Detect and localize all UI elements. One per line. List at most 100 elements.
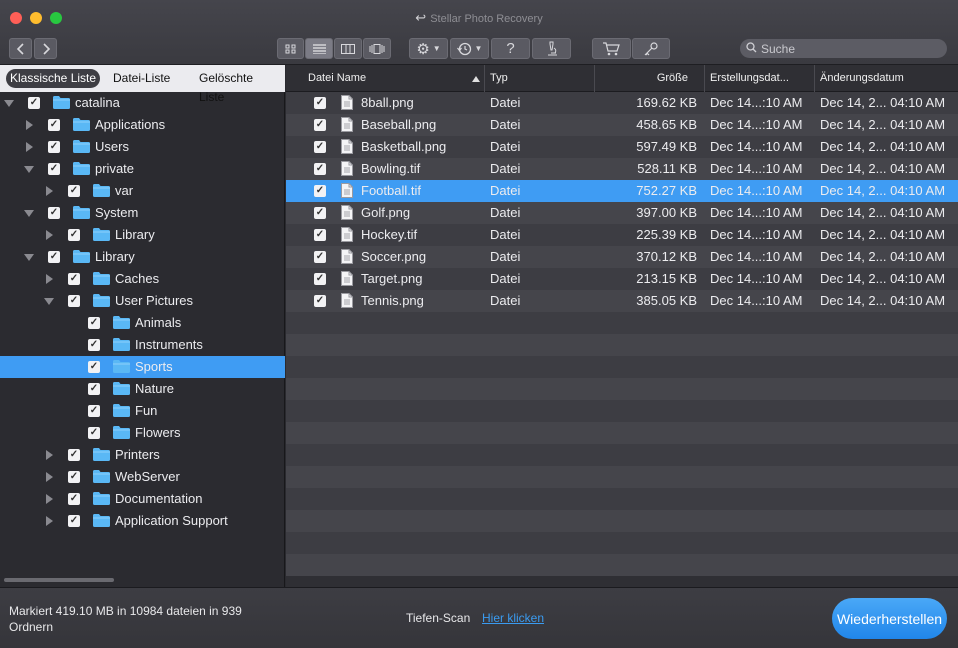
restore-button[interactable]: Wiederherstellen bbox=[832, 598, 947, 639]
column-header-created[interactable]: Erstellungsdat... bbox=[705, 65, 815, 92]
table-row[interactable]: ✓ Tennis.png Datei 385.05 KB Dec 14...:10 AM… bbox=[286, 290, 958, 312]
table-row[interactable]: ✓ Soccer.png Datei 370.12 KB Dec 14...:10 AM… bbox=[286, 246, 958, 268]
tree-item-checkbox[interactable]: ✓ bbox=[48, 141, 60, 153]
tree-item[interactable]: ✓ Library bbox=[0, 224, 285, 246]
table-row[interactable]: ✓ Golf.png Datei 397.00 KB Dec 14...:10 AM De… bbox=[286, 202, 958, 224]
forward-button[interactable] bbox=[34, 38, 57, 59]
cell-created: Dec 14...:10 AM bbox=[710, 139, 803, 154]
tree-item[interactable]: ✓ System bbox=[0, 202, 285, 224]
tree-item-checkbox[interactable]: ✓ bbox=[68, 295, 80, 307]
tree-item[interactable]: ✓ Fun bbox=[0, 400, 285, 422]
help-button[interactable]: ? bbox=[491, 38, 530, 59]
tree-item[interactable]: ✓ Application Support bbox=[0, 510, 285, 532]
column-header-type[interactable]: Typ bbox=[485, 65, 595, 92]
row-checkbox[interactable]: ✓ bbox=[314, 295, 326, 307]
tree-item-checkbox[interactable]: ✓ bbox=[68, 471, 80, 483]
tree-item-checkbox[interactable]: ✓ bbox=[88, 361, 100, 373]
tab-classic-list[interactable]: Klassische Liste bbox=[6, 69, 101, 88]
tab-deleted-list[interactable]: Gelöschte Liste bbox=[195, 69, 285, 104]
tree-item[interactable]: ✓ Flowers bbox=[0, 422, 285, 444]
tree-item-checkbox[interactable]: ✓ bbox=[88, 339, 100, 351]
tree-item[interactable]: ✓ Users bbox=[0, 136, 285, 158]
tree-item[interactable]: ✓ Animals bbox=[0, 312, 285, 334]
tree-item[interactable]: ✓ Caches bbox=[0, 268, 285, 290]
deep-scan-link[interactable]: Hier klicken bbox=[482, 611, 544, 625]
tree-item-checkbox[interactable]: ✓ bbox=[68, 273, 80, 285]
tree-item-checkbox[interactable]: ✓ bbox=[68, 185, 80, 197]
tree-item[interactable]: ✓ Sports bbox=[0, 356, 285, 378]
tree-item-checkbox[interactable]: ✓ bbox=[88, 405, 100, 417]
tree-item[interactable]: ✓ Library bbox=[0, 246, 285, 268]
table-row[interactable]: ✓ Hockey.tif Datei 225.39 KB Dec 14...:10 AM… bbox=[286, 224, 958, 246]
tree-item-checkbox[interactable]: ✓ bbox=[68, 515, 80, 527]
table-row[interactable]: ✓ Football.tif Datei 752.27 KB Dec 14...:10 … bbox=[286, 180, 958, 202]
tree-item[interactable]: ✓ Documentation bbox=[0, 488, 285, 510]
tree-item[interactable]: ✓ private bbox=[0, 158, 285, 180]
tree-item[interactable]: ✓ User Pictures bbox=[0, 290, 285, 312]
back-button[interactable] bbox=[9, 38, 32, 59]
settings-menu-button[interactable]: ⚙ ▼ bbox=[409, 38, 448, 59]
disclosure-collapsed-icon[interactable] bbox=[46, 472, 53, 482]
disclosure-collapsed-icon[interactable] bbox=[46, 230, 53, 240]
tree-item[interactable]: ✓ catalina bbox=[0, 92, 285, 114]
tree-item[interactable]: ✓ Nature bbox=[0, 378, 285, 400]
preview-button[interactable] bbox=[532, 38, 571, 59]
tree-item-checkbox[interactable]: ✓ bbox=[68, 449, 80, 461]
tab-file-list[interactable]: Datei-Liste bbox=[109, 69, 174, 88]
tree-item[interactable]: ✓ WebServer bbox=[0, 466, 285, 488]
disclosure-expanded-icon[interactable] bbox=[44, 298, 54, 305]
tree-item[interactable]: ✓ Applications bbox=[0, 114, 285, 136]
tree-item-checkbox[interactable]: ✓ bbox=[88, 383, 100, 395]
search-field[interactable] bbox=[740, 39, 947, 58]
row-checkbox[interactable]: ✓ bbox=[314, 119, 326, 131]
row-checkbox[interactable]: ✓ bbox=[314, 251, 326, 263]
column-header-modified[interactable]: Änderungsdatum bbox=[815, 65, 958, 92]
tree-item[interactable]: ✓ Printers bbox=[0, 444, 285, 466]
tree-item-checkbox[interactable]: ✓ bbox=[48, 119, 60, 131]
activate-button[interactable] bbox=[632, 38, 670, 59]
coverflow-view-button[interactable] bbox=[363, 38, 391, 59]
row-checkbox[interactable]: ✓ bbox=[314, 229, 326, 241]
tree-item-checkbox[interactable]: ✓ bbox=[88, 427, 100, 439]
tree-item-checkbox[interactable]: ✓ bbox=[48, 163, 60, 175]
disclosure-expanded-icon[interactable] bbox=[24, 210, 34, 217]
disclosure-collapsed-icon[interactable] bbox=[46, 450, 53, 460]
table-row[interactable]: ✓ 8ball.png Datei 169.62 KB Dec 14...:10 AM D… bbox=[286, 92, 958, 114]
row-checkbox[interactable]: ✓ bbox=[314, 97, 326, 109]
table-row[interactable]: ✓ Bowling.tif Datei 528.11 KB Dec 14...:10 A… bbox=[286, 158, 958, 180]
table-row[interactable]: ✓ Target.png Datei 213.15 KB Dec 14...:10 AM… bbox=[286, 268, 958, 290]
disclosure-collapsed-icon[interactable] bbox=[46, 516, 53, 526]
row-checkbox[interactable]: ✓ bbox=[314, 207, 326, 219]
tree-item-checkbox[interactable]: ✓ bbox=[48, 207, 60, 219]
disclosure-collapsed-icon[interactable] bbox=[46, 274, 53, 284]
disclosure-collapsed-icon[interactable] bbox=[26, 142, 33, 152]
tree-item-checkbox[interactable]: ✓ bbox=[28, 97, 40, 109]
column-header-size[interactable]: Größe bbox=[595, 65, 705, 92]
tree-item-checkbox[interactable]: ✓ bbox=[68, 229, 80, 241]
list-view-button[interactable] bbox=[305, 38, 333, 59]
tree-item-checkbox[interactable]: ✓ bbox=[68, 493, 80, 505]
history-menu-button[interactable]: ▼ bbox=[450, 38, 489, 59]
disclosure-collapsed-icon[interactable] bbox=[46, 186, 53, 196]
tree-item[interactable]: ✓ var bbox=[0, 180, 285, 202]
disclosure-collapsed-icon[interactable] bbox=[26, 120, 33, 130]
disclosure-collapsed-icon[interactable] bbox=[46, 494, 53, 504]
icon-view-button[interactable] bbox=[277, 38, 304, 59]
row-checkbox[interactable]: ✓ bbox=[314, 185, 326, 197]
search-input[interactable] bbox=[761, 41, 941, 56]
disclosure-expanded-icon[interactable] bbox=[4, 100, 14, 107]
column-view-button[interactable] bbox=[334, 38, 362, 59]
tree-item[interactable]: ✓ Instruments bbox=[0, 334, 285, 356]
table-row[interactable]: ✓ Baseball.png Datei 458.65 KB Dec 14...:10 … bbox=[286, 114, 958, 136]
horizontal-scrollbar[interactable] bbox=[4, 578, 114, 582]
row-checkbox[interactable]: ✓ bbox=[314, 163, 326, 175]
buy-button[interactable] bbox=[592, 38, 631, 59]
column-header-name[interactable]: Datei Name bbox=[286, 65, 485, 92]
disclosure-expanded-icon[interactable] bbox=[24, 166, 34, 173]
disclosure-expanded-icon[interactable] bbox=[24, 254, 34, 261]
row-checkbox[interactable]: ✓ bbox=[314, 141, 326, 153]
row-checkbox[interactable]: ✓ bbox=[314, 273, 326, 285]
tree-item-checkbox[interactable]: ✓ bbox=[88, 317, 100, 329]
tree-item-checkbox[interactable]: ✓ bbox=[48, 251, 60, 263]
table-row[interactable]: ✓ Basketball.png Datei 597.49 KB Dec 14...:1… bbox=[286, 136, 958, 158]
